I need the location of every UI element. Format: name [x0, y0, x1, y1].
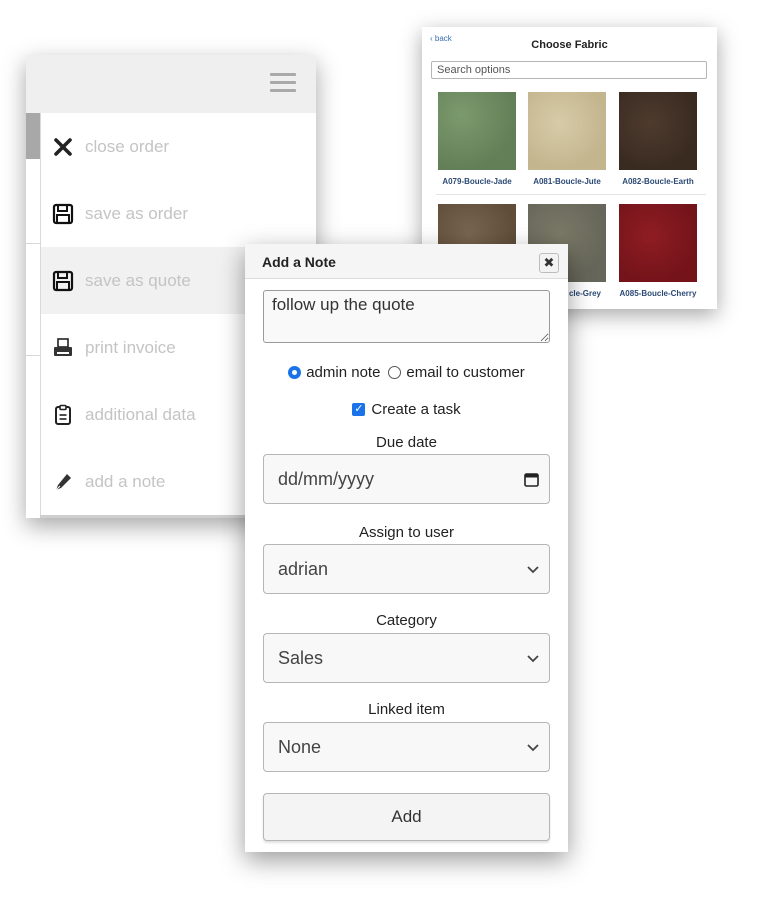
chevron-down-icon — [527, 561, 539, 577]
menu-selection-marker — [26, 113, 40, 159]
assign-user-label: Assign to user — [358, 524, 455, 541]
category-label: Category — [376, 612, 437, 629]
menu-header — [26, 55, 316, 113]
radio-unselected-icon — [388, 365, 402, 379]
linked-item-select[interactable]: None — [263, 722, 550, 772]
checkbox-checked-icon: ✓ — [352, 402, 366, 416]
create-task-checkbox[interactable]: ✓ Create a task — [352, 400, 461, 418]
swatch-label: A081-Boucle-Jute — [533, 177, 601, 186]
add-note-dialog: Add a Note ✖ admin note email to custome… — [245, 244, 568, 852]
assign-user-select[interactable]: adrian — [263, 544, 550, 594]
add-button[interactable]: Add — [263, 793, 550, 841]
hamburger-menu-icon[interactable] — [270, 73, 296, 93]
menu-item-label: save as quote — [85, 270, 191, 290]
menu-item-label: add a note — [85, 471, 166, 491]
fabric-swatch[interactable]: A081-Boucle-Jute — [528, 92, 606, 186]
menu-item-label: save as order — [85, 203, 188, 223]
radio-label: email to customer — [406, 363, 525, 381]
radio-label: admin note — [306, 363, 381, 381]
menu-item-close-order[interactable]: close order — [41, 113, 316, 180]
due-date-label: Due date — [376, 434, 437, 451]
swatch-label: A079-Boucle-Jade — [442, 177, 512, 186]
calendar-icon[interactable] — [523, 471, 539, 487]
category-select[interactable]: Sales — [263, 633, 550, 683]
close-icon — [51, 135, 75, 159]
menu-item-label: additional data — [85, 404, 196, 424]
swatch-label: A085-Boucle-Cherry — [619, 289, 697, 298]
assign-user-value: adrian — [278, 558, 329, 579]
floppy-disk-icon — [51, 202, 75, 226]
floppy-disk-icon — [51, 269, 75, 293]
due-date-placeholder: dd/mm/yyyy — [278, 468, 375, 489]
clipboard-icon — [51, 403, 75, 427]
dialog-header: Add a Note ✖ — [245, 244, 568, 279]
due-date-field[interactable]: dd/mm/yyyy — [263, 454, 550, 504]
swatch-image — [619, 92, 697, 170]
swatch-image — [438, 92, 516, 170]
fabric-swatch[interactable]: A082-Boucle-Earth — [619, 92, 697, 186]
search-input[interactable] — [431, 61, 707, 79]
radio-selected-icon — [288, 365, 302, 379]
linked-item-value: None — [278, 736, 322, 757]
menu-item-label: close order — [85, 136, 170, 156]
menu-item-label: print invoice — [85, 337, 176, 357]
printer-icon — [51, 336, 75, 360]
note-type-options: admin note email to customer — [245, 362, 568, 382]
swatch-image — [619, 204, 697, 282]
radio-admin-note[interactable]: admin note — [288, 364, 380, 381]
radio-email-to-customer[interactable]: email to customer — [388, 363, 525, 381]
create-task-row: ✓ Create a task — [245, 399, 568, 419]
fabric-title: Choose Fabric — [531, 39, 608, 51]
swatch-label: A082-Boucle-Earth — [622, 177, 694, 186]
menu-divider — [26, 355, 41, 356]
menu-item-save-as-order[interactable]: save as order — [41, 180, 316, 247]
fabric-swatch[interactable]: A079-Boucle-Jade — [438, 92, 516, 186]
chevron-down-icon — [527, 739, 539, 755]
swatch-divider — [436, 194, 706, 195]
category-value: Sales — [278, 647, 324, 668]
menu-divider — [26, 243, 41, 244]
close-icon[interactable]: ✖ — [539, 253, 559, 273]
pen-icon — [51, 470, 75, 494]
swatch-image — [528, 92, 606, 170]
note-textarea[interactable] — [263, 290, 550, 343]
checkbox-label: Create a task — [371, 400, 461, 418]
linked-item-label: Linked item — [368, 701, 445, 718]
fabric-swatch[interactable]: A085-Boucle-Cherry — [619, 204, 697, 298]
chevron-down-icon — [527, 650, 539, 666]
dialog-title: Add a Note — [262, 254, 336, 270]
